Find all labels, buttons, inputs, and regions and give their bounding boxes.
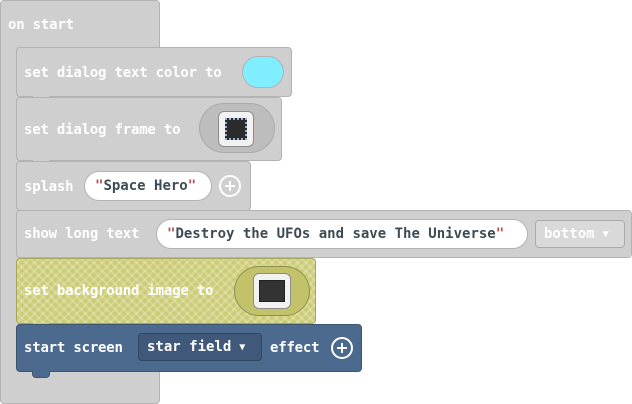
- start-screen-label: start screen: [24, 340, 123, 356]
- color-swatch[interactable]: [242, 56, 284, 88]
- effect-label: effect: [270, 340, 320, 356]
- caret-down-icon: ▼: [602, 228, 609, 240]
- set-background-image-label: set background image to: [24, 283, 214, 299]
- background-image-picker[interactable]: [234, 266, 310, 316]
- set-dialog-frame-label: set dialog frame to: [24, 122, 181, 138]
- add-parameter-icon[interactable]: [219, 175, 241, 197]
- background-image-thumbnail-icon: [253, 273, 291, 309]
- splash-label: splash: [24, 179, 74, 195]
- long-text-field[interactable]: " Destroy the UFOs and save The Universe ": [156, 219, 528, 249]
- block-notch: [32, 371, 50, 378]
- screen-effect-value: star field: [147, 339, 232, 355]
- dialog-position-dropdown[interactable]: bottom ▼: [535, 220, 625, 248]
- splash-text-value: Space Hero: [103, 178, 188, 194]
- set-dialog-text-color-label: set dialog text color to: [24, 65, 222, 81]
- on-start-label: on start: [8, 17, 74, 33]
- splash-text-field[interactable]: " Space Hero ": [84, 171, 212, 201]
- long-text-value: Destroy the UFOs and save The Universe: [175, 226, 496, 242]
- screen-effect-dropdown[interactable]: star field ▼: [138, 333, 262, 361]
- dialog-frame-thumbnail-icon: [218, 111, 254, 147]
- dialog-position-value: bottom: [544, 226, 595, 242]
- show-long-text-label: show long text: [24, 226, 140, 242]
- add-parameter-icon[interactable]: [331, 337, 353, 359]
- dialog-frame-picker[interactable]: [199, 103, 275, 153]
- caret-down-icon: ▼: [239, 341, 246, 353]
